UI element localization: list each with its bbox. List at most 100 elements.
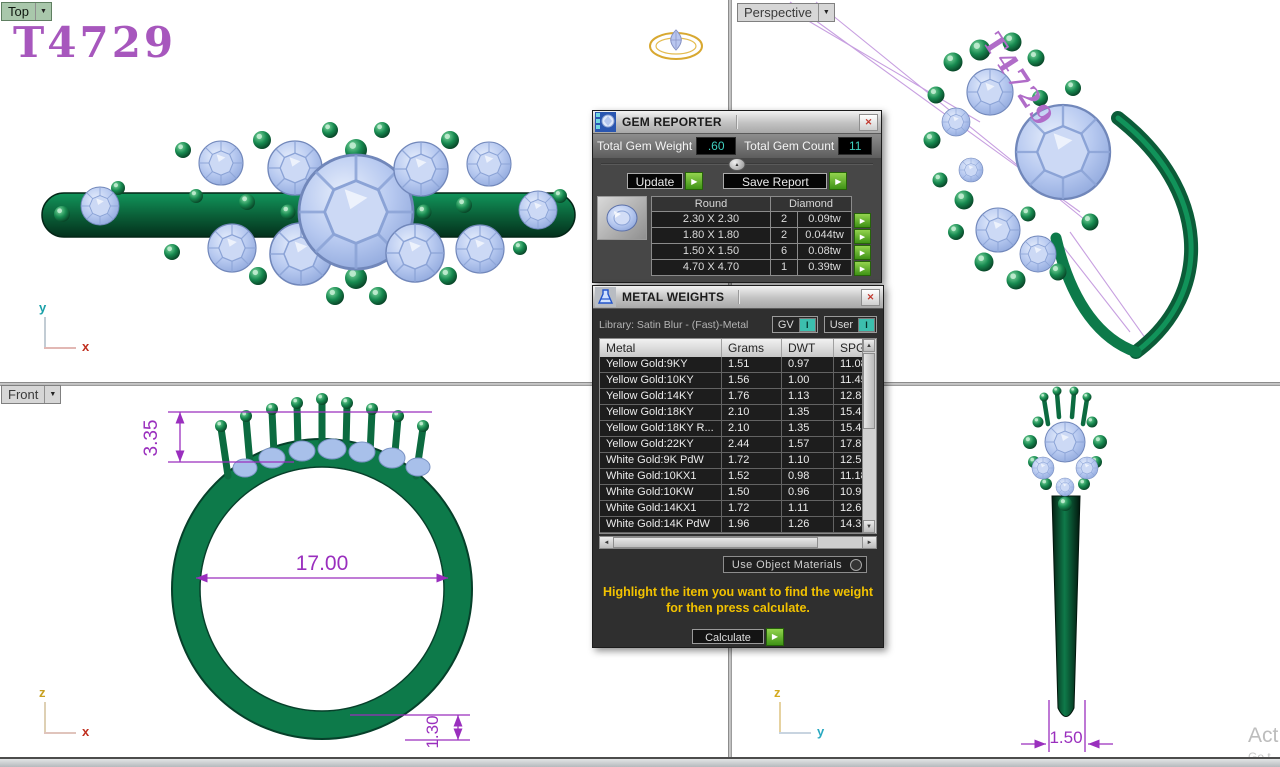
gem-table-zone: Round Diamond 2.30 X 2.30 2 0.09tw ▶ 1.8… — [597, 196, 877, 278]
collapse-arrow-icon[interactable]: ▲ — [729, 158, 746, 171]
calculate-row: Calculate ▶ — [593, 628, 883, 646]
top-view-band — [42, 193, 575, 237]
gem-table-row[interactable]: 1.80 X 1.80 2 0.044tw ▶ — [651, 228, 871, 244]
front-dimension-lines — [168, 412, 470, 740]
total-gem-weight-value: .60 — [696, 137, 736, 155]
axis-x-label: x — [82, 724, 89, 739]
horizontal-scroll-thumb[interactable] — [613, 537, 818, 548]
metal-weights-titlebar[interactable]: METAL WEIGHTS ✕ — [593, 286, 883, 309]
gem-reporter-title: GEM REPORTER — [622, 115, 722, 129]
calculate-go-icon[interactable]: ▶ — [766, 628, 784, 646]
metal-weights-icon — [595, 287, 616, 307]
scroll-down-icon[interactable]: ▼ — [863, 520, 875, 533]
gem-reporter-titlebar[interactable]: GEM REPORTER ✕ — [593, 111, 881, 134]
update-go-icon[interactable]: ▶ — [685, 172, 703, 190]
metal-weights-title: METAL WEIGHTS — [622, 290, 724, 304]
scroll-right-icon[interactable]: ► — [862, 537, 876, 548]
side-prongs — [1044, 393, 1087, 424]
titlebar-grip — [738, 290, 740, 304]
metal-row[interactable]: Yellow Gold:14KY1.761.1312.88 — [600, 389, 876, 405]
chevron-down-icon[interactable]: ▼ — [44, 386, 60, 403]
vertical-scroll-thumb[interactable] — [863, 353, 875, 429]
viewport-tab-top-label: Top — [2, 4, 35, 19]
viewport-tab-front-label: Front — [2, 387, 44, 402]
update-button[interactable]: Update — [627, 173, 684, 189]
metal-row[interactable]: Yellow Gold:22KY2.441.5717.89 — [600, 437, 876, 453]
scroll-left-icon[interactable]: ◄ — [600, 537, 614, 548]
metal-row[interactable]: White Gold:10KW1.500.9610.99 — [600, 485, 876, 501]
front-head-gems — [233, 439, 430, 477]
metal-row[interactable]: Yellow Gold:9KY1.510.9711.08 — [600, 357, 876, 373]
gem-shape-header: Round — [651, 196, 771, 212]
metal-row[interactable]: White Gold:14K PdW1.961.2614.32 — [600, 517, 876, 533]
viewport-tab-perspective[interactable]: Perspective ▼ — [737, 3, 835, 22]
front-head-prongs — [221, 401, 423, 476]
chevron-down-icon[interactable]: ▼ — [818, 4, 834, 21]
app-window: T4729 — [0, 0, 1280, 767]
radio-circle-icon[interactable] — [850, 559, 862, 571]
dimension-shank-width: 1.50 — [1038, 728, 1094, 748]
library-label: Library: Satin Blur - (Fast)-Metal — [599, 319, 766, 331]
gv-toggle[interactable]: GV I — [772, 316, 818, 333]
save-report-go-icon[interactable]: ▶ — [829, 172, 847, 190]
metal-row[interactable]: White Gold:14KX11.721.1112.61 — [600, 501, 876, 517]
gem-reporter-icon — [595, 112, 616, 132]
metal-table: Metal Grams DWT SPG Yellow Gold:9KY1.510… — [599, 338, 877, 534]
user-toggle-indicator[interactable]: I — [858, 318, 875, 332]
gem-type-header: Diamond — [771, 196, 852, 212]
gem-table-row[interactable]: 1.50 X 1.50 6 0.08tw ▶ — [651, 244, 871, 260]
gem-table-row[interactable]: 2.30 X 2.30 2 0.09tw ▶ — [651, 212, 871, 228]
metal-row[interactable]: White Gold:9K PdW1.721.1012.59 — [600, 453, 876, 469]
gem-row-go-icon[interactable]: ▶ — [854, 261, 871, 276]
gem-row-go-icon[interactable]: ▶ — [854, 229, 871, 244]
close-icon[interactable]: ✕ — [861, 289, 880, 306]
chevron-down-icon[interactable]: ▼ — [35, 3, 51, 20]
scroll-up-icon[interactable]: ▲ — [863, 339, 875, 352]
gem-table-header: Round Diamond — [651, 196, 871, 212]
gem-table: Round Diamond 2.30 X 2.30 2 0.09tw ▶ 1.8… — [651, 196, 871, 276]
viewport-tab-front[interactable]: Front ▼ — [1, 385, 61, 404]
gem-totals-row: Total Gem Weight .60 Total Gem Count 11 — [593, 134, 881, 158]
viewport-tab-top[interactable]: Top ▼ — [1, 2, 52, 21]
calculate-button[interactable]: Calculate — [692, 629, 764, 644]
save-report-button[interactable]: Save Report — [723, 173, 827, 189]
dimension-inner-diameter: 17.00 — [282, 552, 362, 576]
metal-row[interactable]: Yellow Gold:10KY1.561.0011.45 — [600, 373, 876, 389]
model-code: T4729 — [13, 18, 176, 67]
metal-row[interactable]: White Gold:10KX11.520.9811.18 — [600, 469, 876, 485]
side-shank — [1052, 496, 1080, 717]
use-object-materials-toggle[interactable]: Use Object Materials — [723, 556, 867, 573]
instruction-text: Highlight the item you want to find the … — [593, 584, 883, 617]
gem-reporter-actions: Update ▶ Save Report ▶ — [593, 169, 881, 194]
use-object-materials-row: Use Object Materials — [593, 556, 867, 573]
axis-x-label: x — [82, 339, 89, 354]
axis-indicator-front: z x — [30, 688, 94, 744]
col-metal: Metal — [600, 339, 722, 357]
metal-row[interactable]: Yellow Gold:18KY R...2.101.3515.41 — [600, 421, 876, 437]
gem-table-row[interactable]: 4.70 X 4.70 1 0.39tw ▶ — [651, 260, 871, 276]
library-row: Library: Satin Blur - (Fast)-Metal GV I … — [599, 316, 877, 333]
front-head-prong-tips — [215, 393, 429, 432]
perspective-shank — [1056, 118, 1191, 352]
gem-preview-image — [597, 196, 647, 240]
gem-row-go-icon[interactable]: ▶ — [854, 245, 871, 260]
gem-reporter-panel: GEM REPORTER ✕ Total Gem Weight .60 Tota… — [592, 110, 882, 283]
axis-indicator-top: y x — [30, 303, 94, 359]
ring-side-mini-icon — [650, 30, 702, 59]
front-ring-band — [172, 439, 472, 739]
vertical-scrollbar[interactable]: ▲ ▼ — [862, 339, 876, 533]
close-icon[interactable]: ✕ — [859, 114, 878, 131]
axis-z-label: z — [774, 685, 781, 700]
window-bottom-bar — [0, 757, 1280, 767]
total-gem-count-value: 11 — [838, 137, 872, 155]
col-grams: Grams — [722, 339, 782, 357]
metal-weights-panel: METAL WEIGHTS ✕ Library: Satin Blur - (F… — [592, 285, 884, 648]
side-prong-tips — [1023, 387, 1107, 512]
horizontal-scrollbar[interactable]: ◄ ► — [599, 536, 877, 549]
user-toggle[interactable]: User I — [824, 316, 877, 333]
gem-row-go-icon[interactable]: ▶ — [854, 213, 871, 228]
viewport-tab-perspective-label: Perspective — [738, 5, 818, 20]
gv-toggle-indicator[interactable]: I — [799, 318, 816, 332]
metal-row[interactable]: Yellow Gold:18KY2.101.3515.41 — [600, 405, 876, 421]
titlebar-grip — [736, 115, 738, 129]
